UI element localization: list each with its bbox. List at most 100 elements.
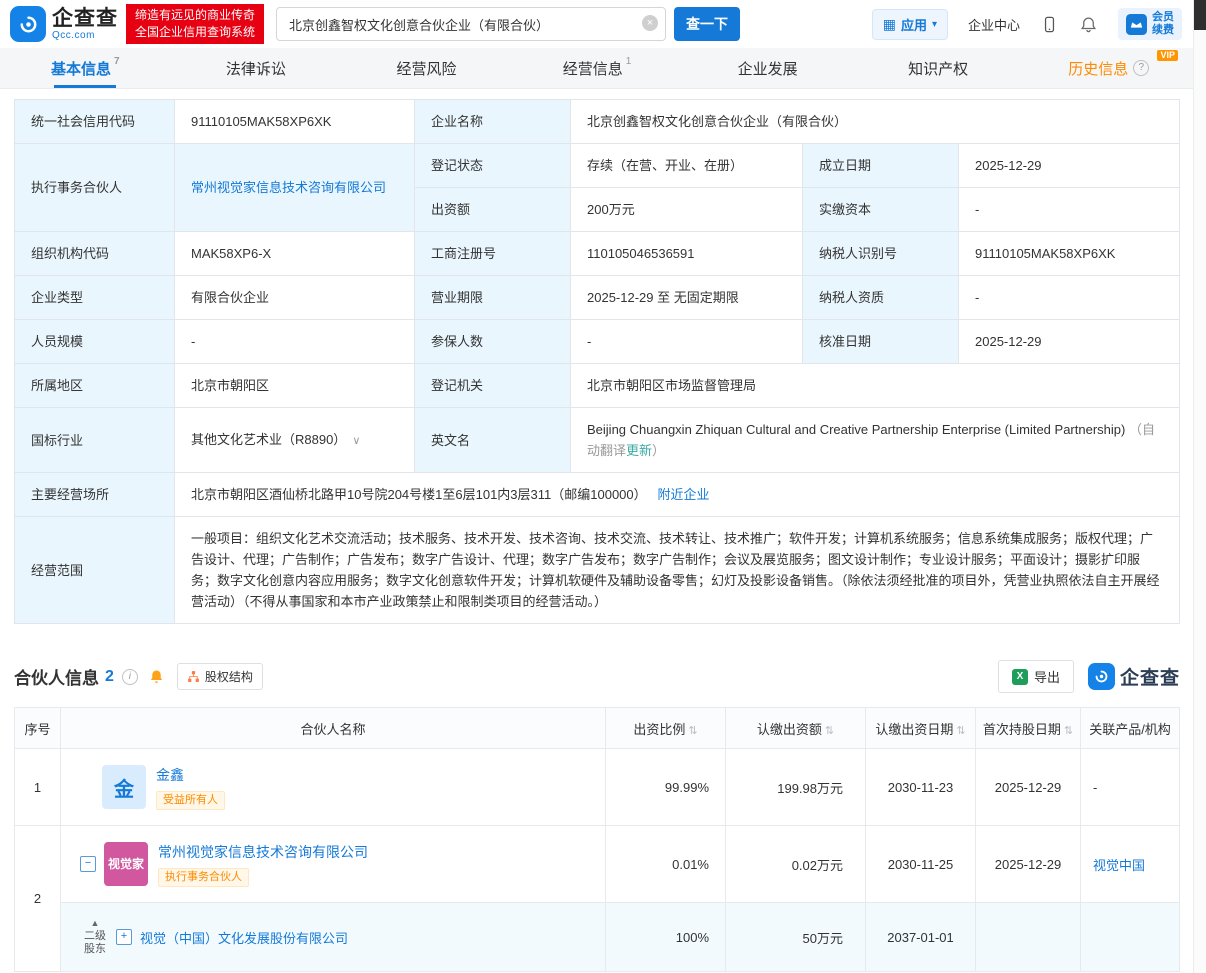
search-button[interactable]: 查一下 xyxy=(674,7,740,41)
column-header-amount[interactable]: 认缴出资额⇅ xyxy=(726,708,866,749)
qcc-watermark-logo: 企查查 xyxy=(1088,663,1180,690)
mobile-app-icon[interactable] xyxy=(1040,15,1059,34)
tab-operation-risk[interactable]: 经营风险 xyxy=(341,48,512,88)
sub-shareholder-ratio: 100% xyxy=(606,903,726,972)
sub-shareholder-sub-date: 2037-01-01 xyxy=(866,903,976,972)
info-icon[interactable]: i xyxy=(122,669,138,685)
scrollbar[interactable] xyxy=(1193,0,1206,973)
chevron-down-icon[interactable]: ∨ xyxy=(352,435,360,447)
search-input[interactable] xyxy=(276,7,666,41)
translate-update-link[interactable]: 更新 xyxy=(626,443,652,458)
tab-enterprise-development[interactable]: 企业发展 xyxy=(682,48,853,88)
partners-table-header-row: 序号 合伙人名称 出资比例⇅ 认缴出资额⇅ 认缴出资日期⇅ 首次持股日期⇅ 关联… xyxy=(15,708,1180,749)
value-capital: 200万元 xyxy=(571,188,803,232)
equity-structure-button[interactable]: 股权结构 xyxy=(177,663,263,690)
tab-legal-litigation[interactable]: 法律诉讼 xyxy=(171,48,342,88)
apps-menu-button[interactable]: ▦ 应用 ▾ xyxy=(872,9,948,40)
tab-basic-info[interactable]: 基本信息7 xyxy=(0,48,171,88)
clear-icon[interactable]: × xyxy=(642,15,658,31)
value-business-address: 北京市朝阳区酒仙桥北路甲10号院204号楼1至6层101内3层311（邮编100… xyxy=(175,473,1180,517)
enterprise-center-link[interactable]: 企业中心 xyxy=(968,15,1020,34)
partners-table: 序号 合伙人名称 出资比例⇅ 认缴出资额⇅ 认缴出资日期⇅ 首次持股日期⇅ 关联… xyxy=(14,707,1180,972)
export-button[interactable]: X 导出 xyxy=(998,660,1074,693)
column-header-first-date[interactable]: 首次持股日期⇅ xyxy=(976,708,1081,749)
collapse-button[interactable]: − xyxy=(80,856,96,872)
partner-name-cell: − 视觉家 常州视觉家信息技术咨询有限公司 执行事务合伙人 xyxy=(61,826,606,903)
value-executive-partner: 常州视觉家信息技术咨询有限公司 xyxy=(175,144,415,232)
label-credit-code: 统一社会信用代码 xyxy=(15,100,175,144)
label-reg-authority: 登记机关 xyxy=(415,364,571,408)
value-insured-count: - xyxy=(571,320,803,364)
partner-related: - xyxy=(1081,749,1180,826)
member-crown-icon xyxy=(1126,14,1147,35)
tab-operation-info[interactable]: 经营信息1 xyxy=(512,48,683,88)
partner-row: 2 − 视觉家 常州视觉家信息技术咨询有限公司 执行事务合伙人 xyxy=(15,826,1180,903)
partner-avatar[interactable]: 视觉家 xyxy=(104,842,148,886)
sort-icon[interactable]: ⇅ xyxy=(956,725,965,737)
value-taxpayer-id: 91110105MAK58XP6XK xyxy=(959,232,1180,276)
expand-button[interactable]: + xyxy=(116,929,132,945)
label-reg-number: 工商注册号 xyxy=(415,232,571,276)
collapse-arrow-icon[interactable]: ▲ xyxy=(80,918,110,928)
value-staff-size: - xyxy=(175,320,415,364)
tab-intellectual-property[interactable]: 知识产权 xyxy=(853,48,1024,88)
basic-info-table: 统一社会信用代码 91110105MAK58XP6XK 企业名称 北京创鑫智权文… xyxy=(14,99,1180,624)
value-paid-capital: - xyxy=(959,188,1180,232)
partner-no: 2 xyxy=(15,826,61,972)
qcc-logo[interactable]: 企查查 Qcc.com xyxy=(10,6,118,42)
value-credit-code: 91110105MAK58XP6XK xyxy=(175,100,415,144)
label-establish-date: 成立日期 xyxy=(803,144,959,188)
label-company-name: 企业名称 xyxy=(415,100,571,144)
subscribe-bell-icon[interactable] xyxy=(148,668,165,685)
executive-partner-link[interactable]: 常州视觉家信息技术咨询有限公司 xyxy=(191,180,386,195)
label-business-address: 主要经营场所 xyxy=(15,473,175,517)
partner-name-link[interactable]: 金鑫 xyxy=(156,765,184,785)
partner-first-date: 2025-12-29 xyxy=(976,749,1081,826)
label-staff-size: 人员规模 xyxy=(15,320,175,364)
value-reg-number: 110105046536591 xyxy=(571,232,803,276)
related-product-link[interactable]: 视觉中国 xyxy=(1093,858,1145,873)
notification-bell-icon[interactable] xyxy=(1079,15,1098,34)
sort-icon[interactable]: ⇅ xyxy=(825,725,834,737)
watermark-brand-text: 企查查 xyxy=(1120,663,1180,690)
column-header-ratio[interactable]: 出资比例⇅ xyxy=(606,708,726,749)
partner-name-link[interactable]: 常州视觉家信息技术咨询有限公司 xyxy=(158,842,368,862)
sub-shareholder-name-link[interactable]: 视觉（中国）文化发展股份有限公司 xyxy=(140,928,348,947)
partners-section-header: 合伙人信息 2 i 股权结构 X 导出 xyxy=(14,660,1180,693)
label-org-code: 组织机构代码 xyxy=(15,232,175,276)
column-header-partner-name: 合伙人名称 xyxy=(61,708,606,749)
shareholder-group-label: 二级股东 xyxy=(80,930,110,956)
value-english-name: Beijing Chuangxin Zhiquan Cultural and C… xyxy=(571,408,1180,473)
label-executive-partner: 执行事务合伙人 xyxy=(15,144,175,232)
label-english-name: 英文名 xyxy=(415,408,571,473)
partner-row: 1 金 金鑫 受益所有人 99.99% xyxy=(15,749,1180,826)
chevron-down-icon: ▾ xyxy=(932,19,937,30)
tab-history-info[interactable]: VIP 历史信息 ? xyxy=(1023,48,1194,88)
shareholder-group[interactable]: ▲ 二级股东 xyxy=(80,918,110,956)
partner-no: 1 xyxy=(15,749,61,826)
nearby-companies-link[interactable]: 附近企业 xyxy=(657,487,709,502)
value-org-code: MAK58XP6-X xyxy=(175,232,415,276)
partner-avatar[interactable]: 金 xyxy=(102,765,146,809)
active-tab-indicator xyxy=(54,85,116,88)
column-header-sub-date[interactable]: 认缴出资日期⇅ xyxy=(866,708,976,749)
partners-section: 合伙人信息 2 i 股权结构 X 导出 xyxy=(14,660,1180,972)
value-approval-date: 2025-12-29 xyxy=(959,320,1180,364)
label-approval-date: 核准日期 xyxy=(803,320,959,364)
label-capital: 出资额 xyxy=(415,188,571,232)
column-header-no: 序号 xyxy=(15,708,61,749)
vip-renew-button[interactable]: 会员 续费 xyxy=(1118,8,1182,40)
partner-amount: 199.98万元 xyxy=(726,749,866,826)
sort-icon[interactable]: ⇅ xyxy=(688,725,697,737)
value-reg-status: 存续（在营、开业、在册） xyxy=(571,144,803,188)
vip-badge: VIP xyxy=(1157,50,1178,61)
value-business-term: 2025-12-29 至 无固定期限 xyxy=(571,276,803,320)
apps-label: 应用 xyxy=(901,15,927,34)
partners-header-right: X 导出 企查查 xyxy=(998,660,1180,693)
qcc-logo-icon xyxy=(10,6,46,42)
scrollbar-thumb[interactable] xyxy=(1194,0,1206,30)
help-icon[interactable]: ? xyxy=(1133,60,1149,76)
value-reg-authority: 北京市朝阳区市场监督管理局 xyxy=(571,364,1180,408)
sort-icon[interactable]: ⇅ xyxy=(1064,725,1073,737)
qcc-logo-icon xyxy=(1088,663,1115,690)
